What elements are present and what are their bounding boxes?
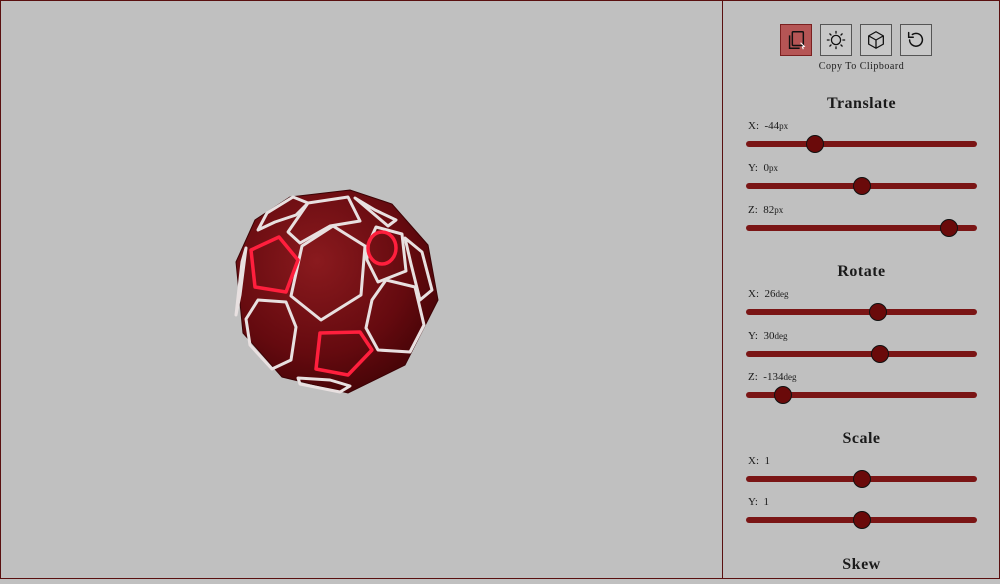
translate-z-slider[interactable]: [746, 219, 977, 237]
slider-thumb[interactable]: [940, 219, 959, 237]
rotate-z-slider[interactable]: [746, 386, 977, 404]
reset-button[interactable]: [900, 24, 932, 56]
preview-stage: [0, 0, 722, 579]
cube-icon: [868, 31, 884, 49]
slider-value: 82: [763, 204, 775, 216]
axis-label: Y:: [748, 162, 758, 174]
translate-z-label: Z: 82px: [748, 204, 783, 216]
slider-thumb[interactable]: [870, 345, 889, 363]
skew-title: Skew: [842, 556, 881, 573]
rotate-y-slider[interactable]: [746, 345, 977, 363]
rotate-y-label: Y: 30deg: [748, 330, 788, 342]
reset-icon: [907, 31, 924, 47]
axis-label: X:: [748, 288, 759, 300]
toolbar: [780, 24, 932, 56]
copy-hint: Copy To Clipboard: [818, 61, 905, 72]
slider-value: 26: [764, 288, 776, 300]
scale-x-slider[interactable]: [746, 470, 977, 488]
slider-unit: deg: [774, 331, 788, 341]
axis-label: Z:: [748, 204, 758, 216]
soccer-ball-model: [234, 189, 439, 394]
slider-thumb[interactable]: [806, 135, 825, 153]
slider-unit: px: [779, 121, 789, 131]
slider-value: 30: [763, 330, 775, 342]
slider-thumb[interactable]: [868, 303, 887, 321]
translate-x-slider[interactable]: [746, 135, 977, 153]
axis-label: X:: [748, 120, 759, 132]
rotate-z-label: Z: -134deg: [748, 371, 796, 383]
slider-thumb[interactable]: [852, 470, 871, 488]
rotate-x-slider[interactable]: [746, 303, 977, 321]
rotate-title: Rotate: [837, 263, 886, 280]
slider-unit: px: [774, 205, 784, 215]
translate-title: Translate: [826, 95, 897, 112]
axis-label: Z:: [748, 371, 758, 383]
translate-x-label: X: -44px: [748, 120, 788, 132]
cube-button[interactable]: [860, 24, 892, 56]
slider-thumb[interactable]: [852, 511, 871, 529]
slider-unit: deg: [783, 372, 797, 382]
axis-label: X:: [748, 455, 759, 467]
scale-y-slider[interactable]: [746, 511, 977, 529]
translate-y-slider[interactable]: [746, 177, 977, 195]
slider-value: -44: [764, 120, 780, 132]
scale-title: Scale: [842, 430, 881, 447]
rotate-x-label: X: 26deg: [748, 288, 789, 300]
scale-y-label: Y: 1: [748, 496, 769, 508]
slider-unit: deg: [775, 289, 789, 299]
translate-y-label: Y: 0px: [748, 162, 778, 174]
slider-value: -134: [763, 371, 784, 383]
scale-x-label: X: 1: [748, 455, 770, 467]
transform-panel: Copy To Clipboard Translate X: -44px Y: …: [723, 0, 1000, 579]
slider-value: 1: [763, 496, 770, 508]
sun-icon: [826, 30, 846, 50]
slider-unit: px: [769, 163, 778, 173]
lighting-button[interactable]: [820, 24, 852, 56]
axis-label: Y:: [748, 330, 758, 342]
slider-thumb[interactable]: [852, 177, 871, 195]
axis-label: Y:: [748, 496, 758, 508]
slider-thumb[interactable]: [773, 386, 792, 404]
copy-button[interactable]: [780, 24, 812, 56]
slider-value: 1: [764, 455, 771, 467]
copy-icon: [788, 31, 806, 50]
